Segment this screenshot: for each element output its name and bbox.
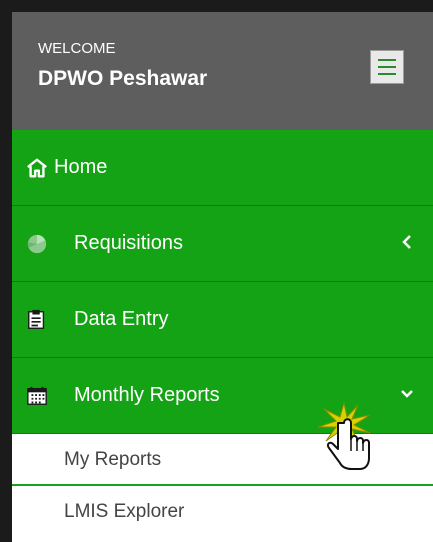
- submenu-item-lmis-explorer[interactable]: LMIS Explorer: [12, 486, 433, 536]
- pie-chart-icon: [27, 234, 47, 254]
- nav-item-requisitions[interactable]: Requisitions: [12, 206, 433, 282]
- username: DPWO Peshawar: [38, 67, 208, 90]
- home-icon: [27, 158, 47, 178]
- chevron-left-icon: [402, 235, 411, 249]
- hamburger-menu-button[interactable]: [370, 50, 404, 84]
- submenu-item-label: My Reports: [64, 449, 162, 470]
- chevron-down-icon: [401, 390, 413, 398]
- hamburger-line: [378, 66, 396, 68]
- nav-item-label: Monthly Reports: [74, 384, 220, 406]
- calendar-icon: [27, 386, 47, 405]
- welcome-label: WELCOME: [38, 40, 116, 57]
- hamburger-line: [378, 59, 396, 61]
- hamburger-line: [378, 73, 396, 75]
- document-icon: [28, 309, 45, 329]
- submenu-item-label: LMIS Explorer: [64, 501, 185, 522]
- sidebar-header: WELCOME DPWO Peshawar: [12, 12, 433, 130]
- nav-item-label: Data Entry: [74, 308, 169, 330]
- hand-cursor-icon: [317, 402, 371, 470]
- nav-item-home[interactable]: Home: [12, 130, 433, 206]
- nav-item-label: Home: [54, 156, 108, 178]
- nav-item-data-entry[interactable]: Data Entry: [12, 282, 433, 358]
- sidebar: WELCOME DPWO Peshawar Home Requisitions: [0, 0, 433, 542]
- nav-item-label: Requisitions: [74, 232, 183, 254]
